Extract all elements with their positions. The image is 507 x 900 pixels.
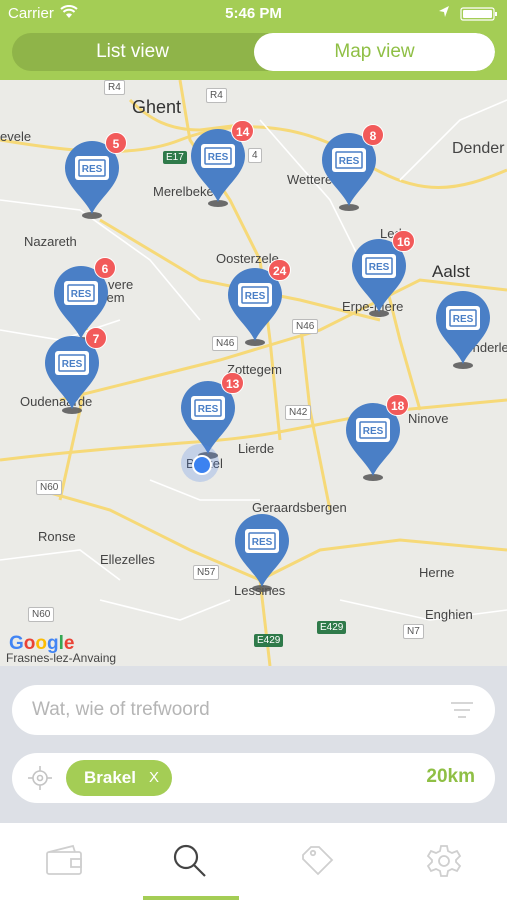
pin-brand: RES — [208, 152, 229, 163]
search-icon — [173, 844, 206, 877]
tab-search[interactable] — [127, 823, 253, 900]
gear-icon — [426, 845, 462, 877]
place-label: Aalst — [432, 262, 470, 281]
tab-settings[interactable] — [381, 823, 507, 900]
clock: 5:46 PM — [225, 5, 282, 22]
pin-brand: RES — [62, 359, 83, 370]
pin-brand: RES — [198, 404, 219, 415]
search-input[interactable] — [32, 697, 442, 723]
map-pin[interactable]: RES 8 — [320, 124, 384, 212]
place-label: Ghent — [132, 97, 182, 117]
road-shield: R4 — [206, 88, 227, 103]
map-pin[interactable]: RES 16 — [350, 230, 416, 318]
pin-count-badge: 7 — [85, 327, 107, 349]
pin-brand: RES — [71, 289, 92, 300]
pin-count-badge: 5 — [105, 132, 127, 154]
app: Carrier 5:46 PM List view Map view Ghent… — [0, 0, 507, 900]
view-toggle: List view Map view — [12, 33, 495, 71]
place-label: Ninove — [408, 411, 449, 426]
current-location-marker — [181, 444, 219, 482]
place-label: Lierde — [238, 441, 275, 456]
pin-brand: RES — [339, 156, 360, 167]
place-label: Herne — [419, 565, 455, 580]
place-label: Enghien — [425, 607, 473, 622]
place-label: Ronse — [38, 529, 76, 544]
road-shield: 4 — [248, 148, 262, 163]
place-label: Dender — [452, 140, 505, 157]
locate-me-icon[interactable] — [28, 766, 52, 790]
pin-count-badge: 18 — [386, 394, 410, 416]
road-shield: N60 — [36, 480, 63, 495]
google-logo: Google — [9, 633, 75, 654]
list-view-tab[interactable]: List view — [12, 33, 253, 71]
road-shield: E429 — [317, 621, 347, 634]
filter-icon[interactable] — [450, 700, 474, 720]
pin-count-badge: 13 — [221, 372, 245, 394]
road-shield: N46 — [292, 319, 319, 334]
place-label: evele — [0, 129, 32, 144]
pin-brand: RES — [453, 314, 474, 325]
pin-brand: RES — [245, 291, 266, 302]
pin-brand: RES — [252, 537, 273, 548]
location-chip-clear[interactable]: X — [149, 769, 159, 786]
map-pin[interactable]: RES 18 — [344, 394, 410, 482]
map-pin[interactable]: RES — [233, 513, 291, 593]
place-label: Nazareth — [24, 234, 77, 249]
map-pin-icon: RES — [436, 291, 490, 364]
map-pin[interactable]: RES 5 — [63, 132, 127, 220]
wallet-icon — [46, 844, 82, 875]
pin-brand: RES — [82, 164, 103, 175]
map-pin[interactable]: RES — [434, 290, 492, 370]
road-shield: R4 — [104, 80, 125, 95]
tab-bar — [0, 823, 507, 900]
location-arrow-icon — [438, 5, 450, 23]
status-bar: Carrier 5:46 PM — [0, 0, 507, 28]
map-view-tab[interactable]: Map view — [254, 33, 495, 71]
map[interactable]: Ghent Merelbeke Wetteren Dender Nazareth… — [0, 80, 507, 666]
radius-value[interactable]: 20km — [426, 766, 475, 788]
map-pin[interactable]: RES 14 — [189, 120, 255, 208]
tab-wallet[interactable] — [0, 823, 126, 900]
location-chip-label: Brakel — [84, 768, 136, 787]
road-shield: E17 — [163, 151, 187, 164]
pin-count-badge: 6 — [94, 257, 116, 279]
pin-count-badge: 14 — [231, 120, 255, 142]
location-chip[interactable]: Brakel X — [66, 760, 172, 796]
road-shield: N42 — [285, 405, 312, 420]
road-shield: N7 — [403, 624, 424, 639]
road-shield: E429 — [254, 634, 284, 647]
header: Carrier 5:46 PM List view Map view — [0, 0, 507, 80]
map-pin[interactable]: RES 7 — [43, 327, 107, 415]
search-panel: Brakel X 20km — [0, 666, 507, 823]
tab-coupons[interactable] — [254, 823, 380, 900]
map-pin-icon: RES — [235, 514, 289, 587]
map-pin[interactable]: RES 24 — [226, 259, 292, 347]
location-bar: Brakel X 20km — [12, 753, 495, 803]
pin-brand: RES — [363, 426, 384, 437]
pin-count-badge: 8 — [362, 124, 384, 146]
road-shield: N60 — [28, 607, 55, 622]
search-bar — [12, 685, 495, 735]
tag-icon — [302, 846, 334, 876]
pin-brand: RES — [369, 262, 390, 273]
road-shield: N57 — [193, 565, 220, 580]
pin-count-badge: 16 — [392, 230, 416, 252]
pin-count-badge: 24 — [268, 259, 292, 281]
battery-icon — [460, 7, 500, 21]
place-label: Ellezelles — [100, 552, 155, 567]
